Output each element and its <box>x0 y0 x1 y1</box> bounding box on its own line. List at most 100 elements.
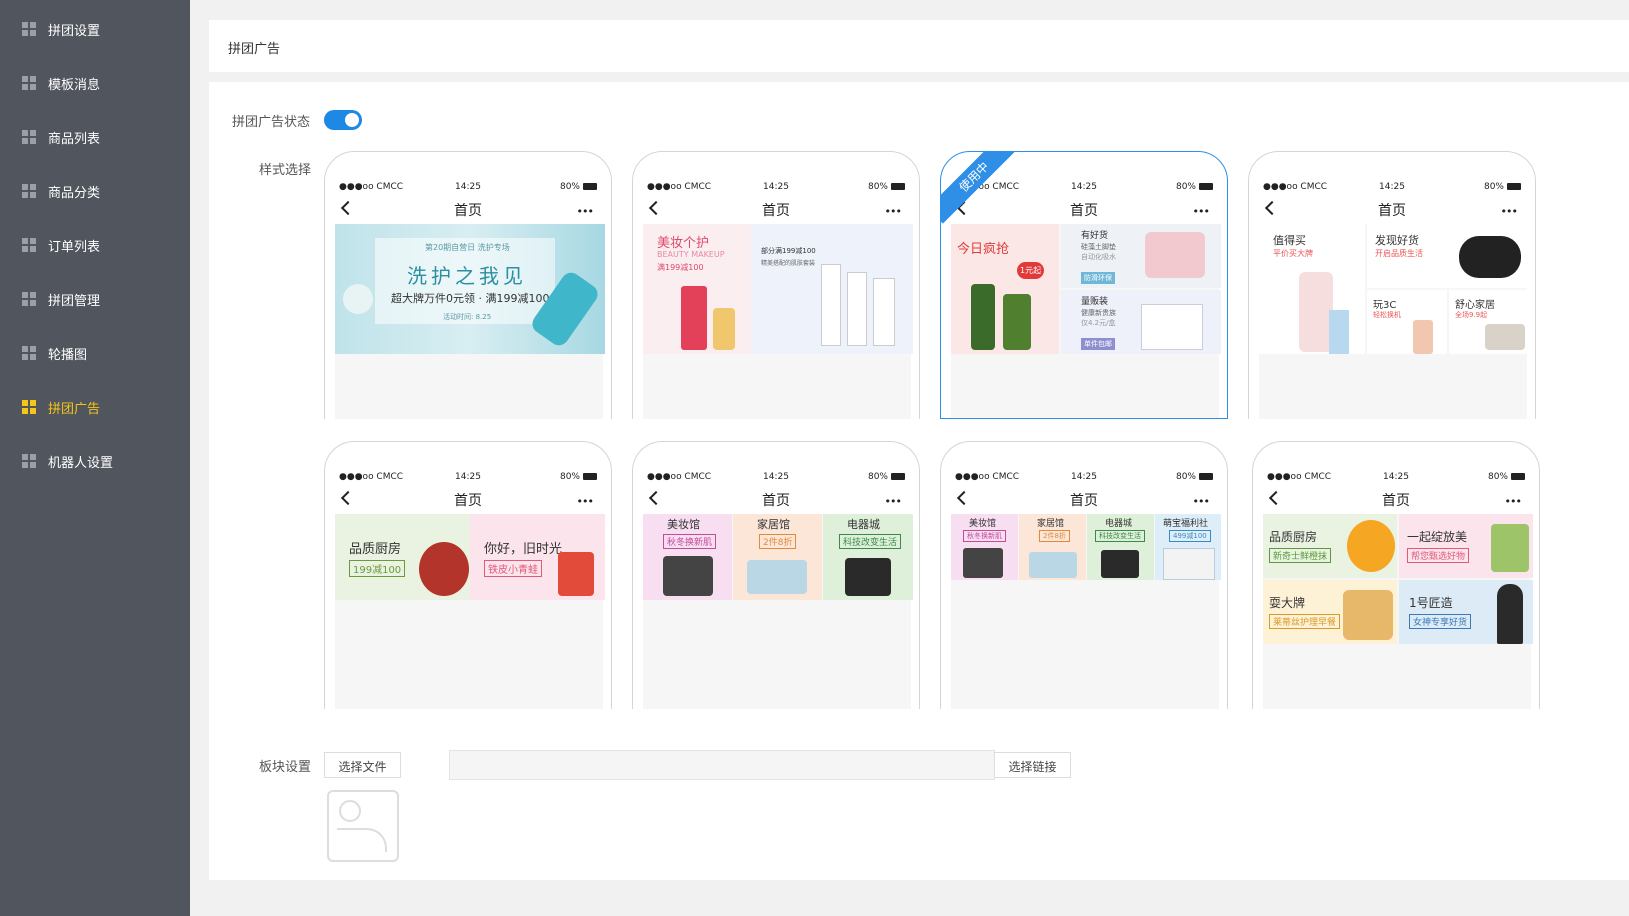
ad-left: 品质厨房 199减100 <box>335 514 470 600</box>
phone-nav-bar: 首页 ••• <box>1263 198 1521 220</box>
sidebar-item-label: 机器人设置 <box>48 455 114 471</box>
phone-nav-bar: 首页 ••• <box>647 488 905 510</box>
product-image <box>845 558 891 596</box>
ad-text: 活动时间: 8.25 <box>443 313 492 321</box>
product-image <box>963 548 1003 578</box>
sidebar-item-label: 拼团管理 <box>48 293 101 309</box>
phone-nav-bar: 首页 ••• <box>339 488 597 510</box>
grid-icon <box>22 130 36 144</box>
sidebar-item-product-list[interactable]: 商品列表 <box>0 110 190 164</box>
time-text: 14:25 <box>1379 182 1405 192</box>
more-icon: ••• <box>576 495 594 508</box>
phone-status-bar: ●●●oo CMCC 14:25 80% <box>955 472 1213 484</box>
choose-file-button[interactable]: 选择文件 <box>324 752 401 778</box>
time-text: 14:25 <box>763 182 789 192</box>
bottle-image <box>1003 294 1031 350</box>
ad-title: 电器城 <box>847 518 880 531</box>
more-icon: ••• <box>576 205 594 218</box>
phone-page-title: 首页 <box>1382 493 1410 509</box>
sidebar-item-template-messages[interactable]: 模板消息 <box>0 56 190 110</box>
ad-bottom-right: 1号匠造 女神专享好货 <box>1399 580 1533 644</box>
clothing-image <box>1329 310 1349 354</box>
ad-right: 你好，旧时光 铁皮小青蛙 <box>470 514 605 600</box>
battery-text: 80% <box>1488 472 1525 482</box>
ad-title: 你好，旧时光 <box>484 542 563 557</box>
link-input[interactable] <box>449 750 995 780</box>
sidebar-item-group-ads[interactable]: 拼团广告 <box>0 380 190 434</box>
ad-right-bottom-right: 舒心家居 全场9.9起 <box>1449 290 1529 354</box>
choose-link-button[interactable]: 选择链接 <box>994 752 1071 778</box>
phone-status-bar: ●●●oo CMCC 14:25 80% <box>339 182 597 194</box>
style-label: 样式选择 <box>259 163 312 178</box>
product-image <box>821 264 841 346</box>
sidebar-item-label: 轮播图 <box>48 347 88 363</box>
sidebar-item-carousel[interactable]: 轮播图 <box>0 326 190 380</box>
image-placeholder-icon <box>339 800 361 822</box>
ad-title: 美妆馆 <box>969 519 997 529</box>
ad-top-left: 品质厨房 新奇士鲜橙抹 <box>1263 514 1397 578</box>
sidebar-item-order-list[interactable]: 订单列表 <box>0 218 190 272</box>
ad-headline: 洗护之我见 <box>407 264 527 288</box>
phone-nav-bar: 首页 ••• <box>955 488 1213 510</box>
battery-text: 80% <box>1176 182 1213 192</box>
ad-text: 硅藻土脚垫 <box>1081 243 1116 251</box>
time-text: 14:25 <box>1383 472 1409 482</box>
sidebar-item-group-settings[interactable]: 拼团设置 <box>0 2 190 56</box>
phone-status-bar: ●●●oo CMCC 14:25 80% <box>647 472 905 484</box>
price-badge: 1元起 <box>1017 262 1045 279</box>
phone-screen: 品质厨房 199减100 你好，旧时光 铁皮小青蛙 <box>335 514 605 709</box>
style-option-6[interactable]: ●●●oo CMCC 14:25 80% 首页 ••• 美妆馆 秋冬换新肌 家居… <box>632 441 920 709</box>
sidebar: 拼团设置 模板消息 商品列表 商品分类 订单列表 拼团管理 轮播图 拼团广告 机… <box>0 0 190 916</box>
phone-image <box>1413 320 1433 354</box>
style-option-3[interactable]: ●●●oo CMCC 14:25 80% 首页 ••• 今日疯抢 1元起 有好货… <box>940 151 1228 419</box>
product-image <box>747 560 807 594</box>
ad-title: 耍大牌 <box>1269 596 1306 610</box>
battery-text: 80% <box>1176 472 1213 482</box>
grid-icon <box>22 400 36 414</box>
phone-status-bar: ●●●oo CMCC 14:25 80% <box>647 182 905 194</box>
ad-title: 值得买 <box>1273 234 1306 247</box>
ad-tag: 2件8折 <box>1039 530 1070 542</box>
lipstick-image <box>681 286 707 350</box>
image-placeholder[interactable] <box>327 790 399 862</box>
bottle-image <box>971 284 995 350</box>
phone-page-title: 首页 <box>1070 493 1098 509</box>
ad-col-1: 美妆馆 秋冬换新肌 <box>643 514 732 600</box>
ad-tag: 科技改变生活 <box>1095 530 1145 542</box>
style-option-7[interactable]: ●●●oo CMCC 14:25 80% 首页 ••• 美妆馆 秋冬换新肌 家居… <box>940 441 1228 709</box>
sidebar-item-robot-settings[interactable]: 机器人设置 <box>0 434 190 488</box>
sidebar-item-label: 订单列表 <box>48 239 101 255</box>
ad-banner: 第20期自营日 洗护专场 洗护之我见 超大牌万件0元领 · 满199减100 活… <box>335 224 605 354</box>
style-option-1[interactable]: ●●●oo CMCC 14:25 80% 首页 ••• 第20期自营日 洗护专场… <box>324 151 612 419</box>
grid-icon <box>22 184 36 198</box>
ad-text: 开启品质生活 <box>1375 249 1423 258</box>
clothing-image <box>1299 272 1333 352</box>
phone-page-title: 首页 <box>454 493 482 509</box>
ad-title: 电器城 <box>1105 519 1133 529</box>
status-toggle[interactable] <box>324 110 362 130</box>
style-option-5[interactable]: ●●●oo CMCC 14:25 80% 首页 ••• 品质厨房 199减100… <box>324 441 612 709</box>
grid-icon <box>22 22 36 36</box>
sidebar-item-group-management[interactable]: 拼团管理 <box>0 272 190 326</box>
style-option-8[interactable]: ●●●oo CMCC 14:25 80% 首页 ••• 品质厨房 新奇士鲜橙抹 … <box>1252 441 1540 709</box>
ad-text: 全场9.9起 <box>1455 311 1488 319</box>
ad-title: 品质厨房 <box>349 542 402 557</box>
ad-headline: 今日疯抢 <box>957 242 1010 257</box>
sidebar-item-product-category[interactable]: 商品分类 <box>0 164 190 218</box>
ad-title: 发现好货 <box>1375 234 1419 247</box>
ad-tag: 女神专享好货 <box>1409 614 1472 629</box>
ad-text: 平价买大牌 <box>1273 249 1313 258</box>
ad-text: 部分满199减100 <box>761 247 816 255</box>
phone-page-title: 首页 <box>1070 203 1098 219</box>
battery-icon <box>1511 473 1525 480</box>
ad-text: 健康新贵族 <box>1081 309 1116 317</box>
ad-col-3: 电器城 科技改变生活 <box>1087 514 1154 580</box>
ad-text: 第20期自营日 洗护专场 <box>425 243 510 252</box>
ad-text: 仅4.2元/盒 <box>1081 319 1116 327</box>
product-image <box>1101 550 1139 578</box>
ad-col-3: 电器城 科技改变生活 <box>823 514 913 600</box>
sidebar-item-label: 拼团广告 <box>48 401 101 417</box>
style-option-2[interactable]: ●●●oo CMCC 14:25 80% 首页 ••• 美妆个护 BEAUTY … <box>632 151 920 419</box>
battery-icon <box>891 183 905 190</box>
style-option-4[interactable]: ●●●oo CMCC 14:25 80% 首页 ••• 值得买 平价买大牌 发现… <box>1248 151 1536 419</box>
